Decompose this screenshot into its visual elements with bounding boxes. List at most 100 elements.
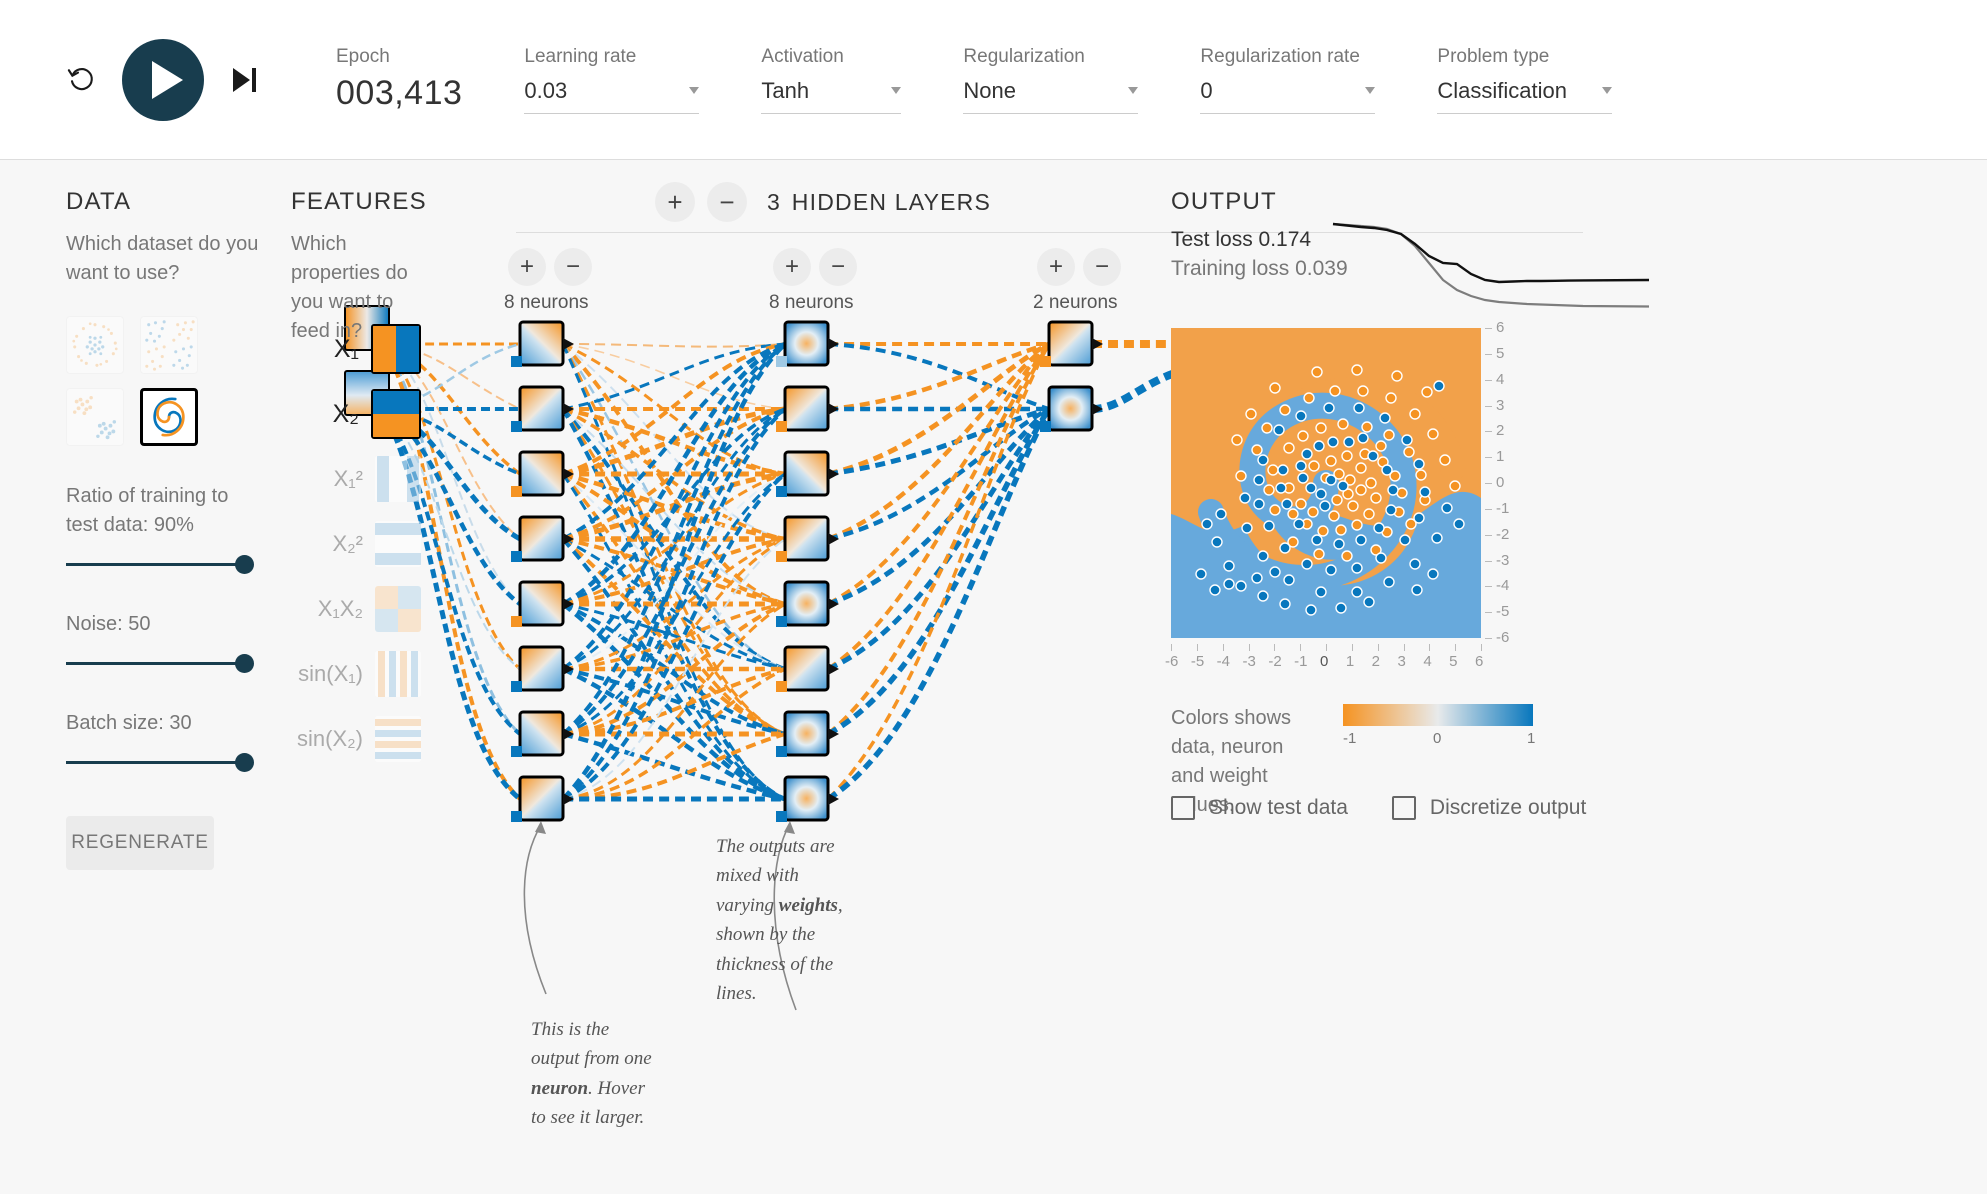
remove-layer-button[interactable]: − bbox=[707, 182, 747, 222]
y-tick-label: -3 bbox=[1496, 551, 1510, 569]
dataset-tile-xor[interactable] bbox=[140, 316, 198, 374]
feature-sin-x2[interactable]: sin(X₂) bbox=[291, 716, 421, 762]
remove-neuron-layer-3-button[interactable]: − bbox=[1083, 248, 1121, 286]
heatmap-x-axis: -6 -5 -4 -3 -2 -1 0 1 2 3 4 5 6 bbox=[1165, 644, 1484, 670]
chevron-down-icon bbox=[1128, 87, 1139, 94]
regularization-rate-value: 0 bbox=[1200, 77, 1213, 103]
reset-icon[interactable] bbox=[60, 58, 104, 102]
y-tick bbox=[1485, 405, 1492, 407]
data-panel-subtitle: Which dataset do you want to use? bbox=[66, 233, 259, 284]
y-tick-label: 0 bbox=[1496, 474, 1505, 491]
epoch-label: Epoch bbox=[336, 46, 390, 67]
x-tick-label: 5 bbox=[1449, 653, 1458, 670]
regularization-rate-control: Regularization rate 0 bbox=[1200, 45, 1376, 114]
learning-rate-label: Learning rate bbox=[524, 45, 637, 67]
add-neuron-layer-2-button[interactable]: + bbox=[773, 248, 811, 286]
play-icon bbox=[151, 60, 183, 99]
callout-neuron-output: This is the output from one neuron. Hove… bbox=[531, 1019, 652, 1129]
features-panel: FEATURES Which properties do you want to… bbox=[291, 188, 431, 762]
x-tick-label: -6 bbox=[1165, 653, 1179, 670]
y-tick-label: -2 bbox=[1496, 525, 1510, 543]
y-tick bbox=[1485, 508, 1492, 510]
feature-sin-x1[interactable]: sin(X₁) bbox=[291, 651, 421, 697]
play-button[interactable] bbox=[122, 38, 204, 121]
feature-label-x2-squared: X₂² bbox=[332, 531, 363, 556]
regularization-control: Regularization None bbox=[963, 46, 1139, 114]
remove-neuron-layer-2-button[interactable]: − bbox=[819, 248, 857, 286]
add-neuron-layer-3-button[interactable]: + bbox=[1037, 248, 1075, 286]
discretize-output-label: Discretize output bbox=[1429, 796, 1587, 819]
problem-type-value: Classification bbox=[1437, 77, 1568, 103]
batch-size-slider[interactable] bbox=[66, 752, 254, 772]
y-tick bbox=[1485, 431, 1492, 433]
learning-rate-select[interactable]: 0.03 bbox=[524, 78, 700, 114]
y-tick bbox=[1485, 483, 1492, 484]
x-tick-label: 6 bbox=[1475, 653, 1484, 670]
regularization-rate-select[interactable]: 0 bbox=[1200, 77, 1376, 114]
feature-x1-squared[interactable]: X₁² bbox=[291, 456, 421, 502]
learning-rate-control: Learning rate 0.03 bbox=[524, 45, 700, 114]
x-tick-label: 1 bbox=[1345, 653, 1355, 670]
features-panel-title: FEATURES bbox=[291, 188, 427, 215]
step-forward-button[interactable] bbox=[222, 58, 266, 102]
x-tick bbox=[1377, 644, 1379, 651]
feature-label-x2: X₂ bbox=[332, 399, 359, 428]
y-tick-label: 3 bbox=[1496, 396, 1505, 414]
data-panel: DATA Which dataset do you want to use? R… bbox=[66, 188, 266, 870]
activation-control: Activation Tanh bbox=[761, 46, 902, 114]
feature-x1x2[interactable]: X₁X₂ bbox=[291, 586, 421, 632]
ratio-slider[interactable] bbox=[66, 554, 254, 574]
feature-x2-squared[interactable]: X₂² bbox=[291, 521, 421, 567]
regularization-select[interactable]: None bbox=[963, 78, 1139, 114]
dataset-tile-circle[interactable] bbox=[66, 316, 124, 374]
activation-select[interactable]: Tanh bbox=[761, 77, 902, 114]
output-heatmap[interactable] bbox=[1171, 328, 1481, 638]
x-tick bbox=[1351, 644, 1353, 651]
loss-chart-train-line bbox=[1332, 222, 1649, 308]
step-forward-icon bbox=[232, 67, 250, 92]
y-tick bbox=[1485, 457, 1492, 459]
feature-label-x1-squared: X₁² bbox=[333, 466, 363, 491]
batch-size-slider-knob[interactable] bbox=[235, 753, 254, 772]
feature-x2[interactable]: X₂ bbox=[291, 389, 421, 439]
add-neuron-layer-1-button[interactable]: + bbox=[508, 248, 546, 286]
horizontal-split-icon bbox=[371, 389, 421, 439]
gradient-tick-min: -1 bbox=[1343, 730, 1357, 747]
discretize-output-option[interactable]: Discretize output bbox=[1391, 796, 1587, 820]
output-panel-title: OUTPUT bbox=[1171, 188, 1277, 215]
feature-label-sin-x2: sin(X₂) bbox=[297, 726, 363, 751]
hidden-layer-3-nodes bbox=[1040, 320, 1103, 432]
x-tick bbox=[1196, 644, 1198, 651]
x-tick-label: 4 bbox=[1423, 653, 1432, 670]
show-test-data-checkbox[interactable] bbox=[1171, 796, 1195, 820]
ratio-slider-knob[interactable] bbox=[235, 555, 254, 574]
discretize-output-checkbox[interactable] bbox=[1391, 796, 1416, 820]
batch-size-label: Batch size: 30 bbox=[66, 712, 192, 734]
feature-x1[interactable]: X₁ bbox=[291, 324, 421, 374]
noise-slider-knob[interactable] bbox=[235, 654, 254, 673]
dataset-tile-gaussian[interactable] bbox=[66, 388, 124, 446]
show-test-data-option[interactable]: Show test data bbox=[1171, 796, 1348, 820]
regenerate-button[interactable]: REGENERATE bbox=[66, 816, 214, 870]
main-content: DATA Which dataset do you want to use? R… bbox=[0, 160, 1987, 1194]
gradient-tick-max: 1 bbox=[1527, 730, 1536, 747]
regularization-rate-label: Regularization rate bbox=[1200, 45, 1360, 67]
heatmap-y-axis: 6 5 4 3 2 1 0 -1 -2 -3 -4 -5 -6 bbox=[1485, 319, 1525, 646]
sine-horizontal-icon bbox=[375, 716, 421, 762]
vertical-split-icon bbox=[371, 324, 421, 374]
x-tick bbox=[1403, 644, 1405, 651]
y-tick bbox=[1485, 534, 1492, 536]
dataset-tile-spiral[interactable] bbox=[140, 388, 198, 446]
activation-value: Tanh bbox=[761, 77, 810, 103]
problem-type-select[interactable]: Classification bbox=[1437, 77, 1613, 114]
layer-1-neuron-count: 8 neurons bbox=[504, 292, 589, 313]
quadrants-icon bbox=[375, 586, 421, 632]
x-tick bbox=[1300, 644, 1302, 651]
noise-slider[interactable] bbox=[66, 653, 254, 673]
layer-3-neuron-count: 2 neurons bbox=[1033, 292, 1118, 313]
x-tick bbox=[1274, 644, 1276, 651]
y-tick bbox=[1485, 353, 1492, 355]
y-tick-label: 6 bbox=[1496, 319, 1505, 336]
remove-neuron-layer-1-button[interactable]: − bbox=[554, 248, 592, 286]
add-layer-button[interactable]: + bbox=[655, 182, 695, 222]
